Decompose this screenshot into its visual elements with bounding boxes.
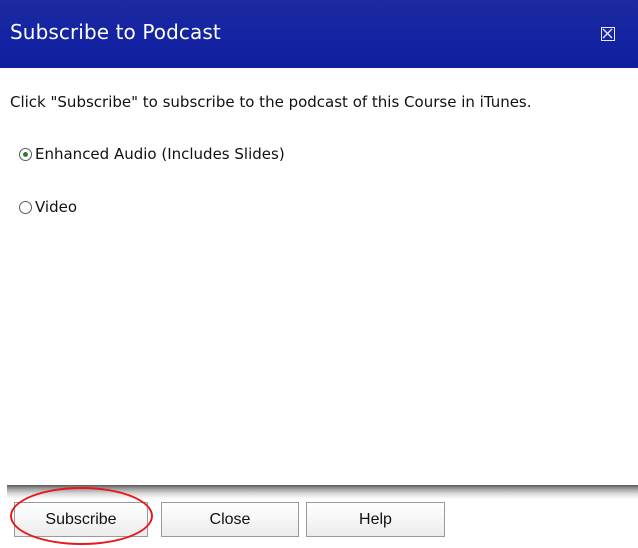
option-video[interactable]: Video [19, 197, 77, 217]
radio-enhanced-audio[interactable] [19, 147, 32, 161]
help-button[interactable]: Help [306, 502, 445, 537]
radio-video[interactable] [19, 200, 32, 214]
footer-divider [7, 485, 638, 499]
title-bar: Subscribe to Podcast [0, 0, 638, 68]
close-icon[interactable] [601, 27, 615, 41]
instruction-text: Click "Subscribe" to subscribe to the po… [10, 93, 532, 111]
close-x-glyph [602, 28, 613, 39]
dialog-title: Subscribe to Podcast [10, 20, 221, 44]
subscribe-button[interactable]: Subscribe [14, 502, 148, 537]
option-enhanced-audio[interactable]: Enhanced Audio (Includes Slides) [19, 144, 285, 164]
option-enhanced-audio-label: Enhanced Audio (Includes Slides) [35, 145, 285, 163]
close-button[interactable]: Close [161, 502, 299, 537]
subscribe-podcast-dialog: Subscribe to Podcast Click "Subscribe" t… [0, 0, 638, 548]
option-video-label: Video [35, 198, 78, 216]
